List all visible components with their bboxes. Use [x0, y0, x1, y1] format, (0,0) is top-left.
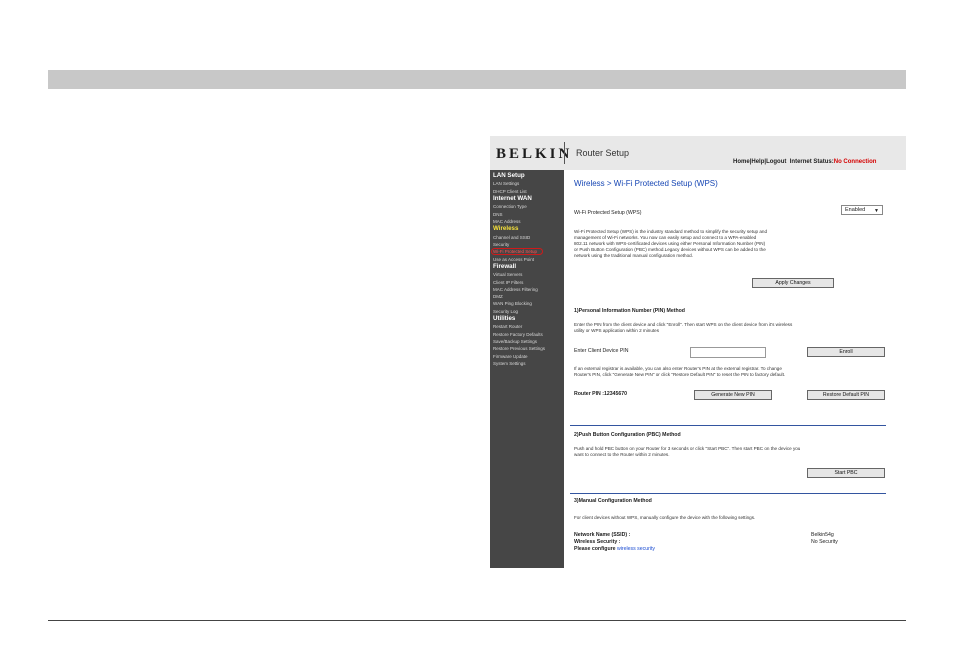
- registrar-description: If an external registrar is available, y…: [574, 366, 899, 378]
- sidebar-item-mac-address[interactable]: MAC Address: [493, 218, 564, 225]
- router-header: BELKIN Router Setup Home|Help|Logout Int…: [490, 136, 906, 170]
- sidebar-item-wan-ping-blocking[interactable]: WAN Ping Blocking: [493, 300, 564, 307]
- sidebar-section-firewall: Firewall: [493, 262, 517, 270]
- home-link[interactable]: Home: [733, 159, 750, 165]
- sidebar-section-lan-setup: LAN Setup: [493, 172, 525, 179]
- section-divider: [570, 493, 886, 494]
- main-content: Wireless > Wi-Fi Protected Setup (WPS) W…: [564, 170, 906, 568]
- ssid-value: Belkin54g: [811, 532, 834, 538]
- sidebar-item-dns[interactable]: DNS: [493, 211, 564, 218]
- header-divider: [564, 142, 565, 164]
- generate-pin-button[interactable]: Generate New PIN: [694, 390, 772, 400]
- sidebar-section-internet-wan: Internet WAN: [493, 194, 532, 202]
- pin-heading: 1)Personal Information Number (PIN) Meth…: [574, 308, 685, 314]
- internet-status-label: Internet Status:: [789, 159, 834, 165]
- sidebar-section-wireless: Wireless: [493, 225, 519, 233]
- wps-select-value: Enabled: [845, 207, 866, 213]
- sidebar-item-security-log[interactable]: Security Log: [493, 308, 564, 315]
- enroll-button[interactable]: Enroll: [807, 347, 885, 357]
- belkin-logo: BELKIN: [496, 146, 573, 162]
- wps-intro-line: network using the traditional manual con…: [574, 253, 693, 259]
- sidebar-item-mac-filtering[interactable]: MAC Address Filtering: [493, 286, 564, 293]
- pbc-description: Push and hold PBC button on your Router …: [574, 446, 899, 458]
- pbc-desc-line: want to connect to the Router within 2 m…: [574, 452, 670, 458]
- sidebar-item-channel-ssid[interactable]: Channel and SSID: [493, 234, 564, 241]
- sidebar-item-restore-defaults[interactable]: Restore Factory Defaults: [493, 331, 564, 338]
- ssid-label: Network Name (SSID) :: [574, 532, 631, 538]
- manual-heading: 3)Manual Configuration Method: [574, 498, 652, 504]
- start-pbc-button[interactable]: Start PBC: [807, 468, 885, 478]
- sidebar-item-firmware-update[interactable]: Firmware Update: [493, 353, 564, 360]
- sidebar-item-security[interactable]: Security: [493, 241, 564, 248]
- sidebar-item-restart-router[interactable]: Restart Router: [493, 323, 564, 330]
- internet-status-value: No Connection: [833, 159, 877, 165]
- sidebar-section-utilities: Utilities: [493, 315, 516, 323]
- sidebar-nav: LAN Setup LAN Settings DHCP Client List …: [490, 170, 564, 568]
- document-header-bar: [48, 70, 906, 89]
- pin-input-label: Enter Client Device PIN: [574, 348, 629, 354]
- router-screenshot: BELKIN Router Setup Home|Help|Logout Int…: [490, 136, 906, 568]
- sidebar-item-access-point[interactable]: Use as Access Point: [493, 256, 564, 263]
- manual-description: For client devices without WPS, manually…: [574, 515, 756, 520]
- top-links: Home|Help|Logout Internet Status:No Conn…: [733, 159, 876, 165]
- pbc-heading: 2)Push Button Configuration (PBC) Method: [574, 432, 681, 438]
- security-label: Wireless Security :: [574, 539, 621, 545]
- restore-default-pin-button[interactable]: Restore Default PIN: [807, 390, 885, 400]
- sidebar-item-system-settings[interactable]: System Settings: [493, 360, 564, 367]
- apply-changes-button[interactable]: Apply Changes: [752, 278, 834, 288]
- logout-link[interactable]: Logout: [766, 159, 786, 165]
- sidebar-item-client-ip-filters[interactable]: Client IP Filters: [493, 279, 564, 286]
- sidebar-item-lan-settings[interactable]: LAN Settings: [493, 180, 564, 187]
- security-value: No Security: [811, 539, 838, 545]
- registrar-desc-line: Router's PIN, click "Generate New PIN" o…: [574, 372, 786, 378]
- sidebar-item-virtual-servers[interactable]: Virtual Servers: [493, 271, 564, 278]
- configure-note: Please configure wireless security: [574, 546, 655, 552]
- sidebar-item-connection-type[interactable]: Connection Type: [493, 203, 564, 210]
- client-pin-input[interactable]: [690, 347, 766, 358]
- pin-desc-line: utility or WPS application within 2 minu…: [574, 328, 660, 334]
- page-title: Wireless > Wi-Fi Protected Setup (WPS): [574, 179, 718, 188]
- sidebar-item-dhcp-client-list[interactable]: DHCP Client List: [493, 188, 564, 195]
- wps-intro: Wi-Fi Protected Setup (WPS) is the indus…: [574, 229, 899, 259]
- chevron-down-icon: ▼: [874, 208, 879, 214]
- section-divider: [570, 425, 886, 426]
- pin-description: Enter the PIN from the client device and…: [574, 322, 899, 334]
- sidebar-item-save-backup[interactable]: Save/Backup Settings: [493, 338, 564, 345]
- sidebar-item-restore-previous[interactable]: Restore Previous Settings: [493, 345, 564, 352]
- sidebar-item-dmz[interactable]: DMZ: [493, 293, 564, 300]
- wps-label: Wi-Fi Protected Setup (WPS): [574, 210, 642, 216]
- app-title: Router Setup: [576, 148, 630, 158]
- help-link[interactable]: Help: [751, 159, 764, 165]
- wps-enable-select[interactable]: Enabled ▼: [841, 205, 883, 215]
- sidebar-item-wps-label: Wi-Fi Protected Setup: [491, 248, 544, 256]
- sidebar-item-wps[interactable]: Wi-Fi Protected Setup: [491, 248, 564, 256]
- wireless-security-link[interactable]: wireless security: [617, 546, 655, 552]
- router-pin: Router PIN :12345670: [574, 391, 628, 397]
- configure-text: Please configure: [574, 546, 616, 552]
- document-footer-rule: [48, 620, 906, 621]
